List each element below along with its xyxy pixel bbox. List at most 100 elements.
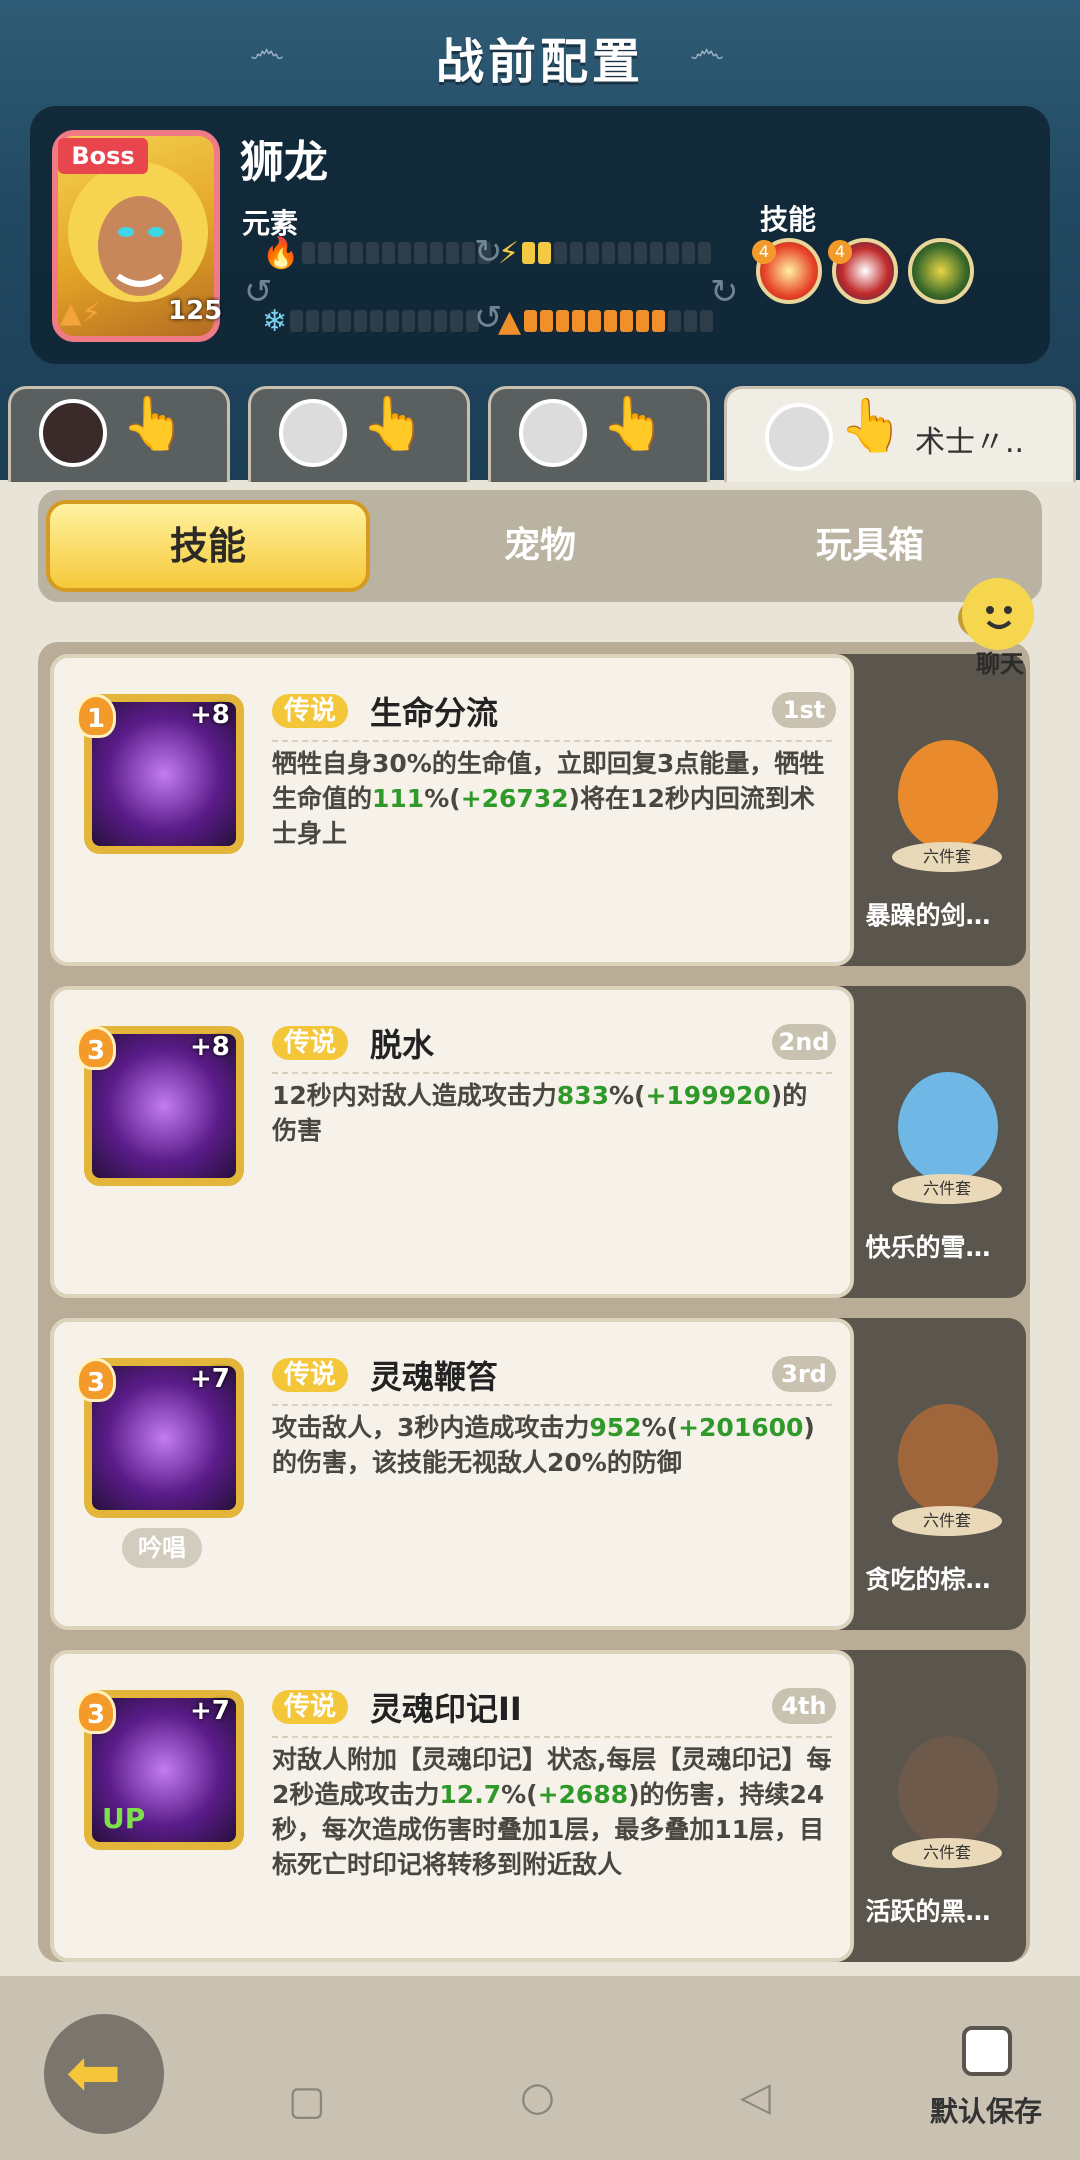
meter-segment — [634, 242, 648, 264]
meter-segment — [538, 242, 552, 264]
upgrade-tag: UP — [102, 1802, 146, 1835]
chant-tag: 吟唱 — [122, 1528, 202, 1568]
pet-figure-icon — [898, 1736, 998, 1846]
meter-segment — [450, 310, 464, 332]
cycle-arrow-icon: ↺ — [244, 272, 273, 312]
meter-segment — [668, 310, 682, 332]
skill-description: 12秒内对敌人造成攻击力833%(+199920)的伤害 — [272, 1081, 808, 1145]
chat-icon[interactable] — [962, 578, 1034, 650]
fire-icon: 🔥 — [262, 235, 300, 271]
hero-tab-1[interactable]: 👆 — [8, 386, 230, 482]
meter-segment — [570, 242, 584, 264]
meter-segment — [398, 242, 412, 264]
skill-description: 牺牲自身30%的生命值，立即回复3点能量，牺牲生命值的111%(+26732)将… — [272, 749, 825, 848]
meter-segment — [620, 310, 634, 332]
hero-tab-3[interactable]: 👆 — [488, 386, 710, 482]
meter-segment — [684, 310, 698, 332]
meter-segment — [652, 310, 666, 332]
meter-segment — [698, 242, 712, 264]
boss-level: 125 — [168, 296, 223, 326]
page-title: 战前配置 — [435, 34, 644, 90]
meter-segment — [602, 242, 616, 264]
pet-slot[interactable]: 六件套 暴躁的剑… — [830, 654, 1026, 966]
meter-segment — [354, 310, 368, 332]
pet-slot[interactable]: 六件套 快乐的雪… — [830, 986, 1026, 1298]
meter-segment — [306, 310, 320, 332]
nav-home-icon[interactable]: ○ — [520, 2074, 555, 2120]
meter-segment — [540, 310, 554, 332]
hero-avatar — [279, 399, 347, 467]
hero-avatar — [765, 403, 833, 471]
meter-segment — [700, 310, 714, 332]
skill-card[interactable]: 1 +8 传说 生命分流 1st 牺牲自身30%的生命值，立即回复3点能量，牺牲… — [50, 654, 854, 966]
divider — [272, 740, 832, 742]
tab-skill[interactable]: 技能 — [46, 500, 370, 592]
boss-skill-totem-icon[interactable] — [908, 238, 974, 304]
meter-segment — [618, 242, 632, 264]
meter-segment — [604, 310, 618, 332]
meter-segment — [572, 310, 586, 332]
skill-card[interactable]: 3 +8 传说 脱水 2nd 12秒内对敌人造成攻击力833%(+199920)… — [50, 986, 854, 1298]
tap-hand-icon: 👆 — [121, 394, 186, 454]
tap-hand-icon: 👆 — [839, 396, 904, 456]
pet-figure-icon — [898, 1404, 998, 1514]
nav-back-icon[interactable]: ◁ — [740, 2074, 771, 2120]
skill-level-badge: 4 — [828, 240, 852, 264]
meter-segment — [322, 310, 336, 332]
nav-recent-icon[interactable]: ▢ — [288, 2078, 326, 2124]
legend-tag: 传说 — [272, 1022, 349, 1060]
skill-rank: 3rd — [772, 1356, 836, 1392]
skill-level-badge: 4 — [752, 240, 776, 264]
meter-segment — [524, 310, 538, 332]
legend-tag: 传说 — [272, 1354, 349, 1392]
default-save-checkbox[interactable] — [962, 2026, 1012, 2076]
skill-rank: 4th — [772, 1688, 836, 1724]
rank-flame-icon: ▲⚡ — [60, 296, 102, 329]
pet-slot[interactable]: 六件套 活跃的黑… — [830, 1650, 1026, 1962]
meter-segment — [414, 242, 428, 264]
skill-rank: 2nd — [772, 1024, 836, 1060]
skill-card[interactable]: 3 +7 传说 灵魂鞭笞 3rd 攻击敌人，3秒内造成攻击力952%(+2016… — [50, 1318, 854, 1630]
pet-name: 暴躁的剑… — [865, 901, 991, 930]
pet-name: 活跃的黑… — [865, 1897, 991, 1926]
meter-segment — [682, 242, 696, 264]
boss-skill-label: 技能 — [760, 203, 817, 236]
meter-segment — [522, 242, 536, 264]
hero-tab-2[interactable]: 👆 — [248, 386, 470, 482]
meter-segment — [350, 242, 364, 264]
hero-tab-active[interactable]: 👆 术士〃.. — [724, 386, 1076, 482]
divider — [272, 1736, 832, 1738]
chat-label: 聊天 — [976, 650, 1024, 678]
element-meter: ▲ — [498, 304, 714, 339]
meter-segment — [334, 242, 348, 264]
skill-description: 对敌人附加【灵魂印记】状态,每层【灵魂印记】每2秒造成攻击力12.7%(+268… — [272, 1745, 832, 1879]
pet-figure-icon — [898, 740, 998, 850]
meter-segment — [366, 242, 380, 264]
skill-level-badge: 3 — [76, 1690, 116, 1734]
legend-tag: 传说 — [272, 1686, 349, 1724]
pet-set-label: 六件套 — [892, 1838, 1002, 1868]
meter-segment — [446, 242, 460, 264]
default-save-label: 默认保存 — [930, 2095, 1043, 2128]
meter-segment — [430, 242, 444, 264]
meter-segment — [586, 242, 600, 264]
hero-avatar — [39, 399, 107, 467]
divider — [272, 1404, 832, 1406]
skill-name: 脱水 — [370, 1026, 435, 1064]
tab-pet[interactable]: 宠物 — [380, 500, 700, 592]
meter-segment — [370, 310, 384, 332]
pet-set-label: 六件套 — [892, 1506, 1002, 1536]
cycle-arrow-icon: ↻ — [710, 272, 739, 312]
meter-segment — [402, 310, 416, 332]
meter-segment — [588, 310, 602, 332]
element-meter: 🔥 — [262, 235, 492, 271]
element-meter: ❄ — [262, 304, 480, 339]
meter-segment — [554, 242, 568, 264]
skill-card[interactable]: 3 +7 传说 灵魂印记II 4th 对敌人附加【灵魂印记】状态,每层【灵魂印记… — [50, 1650, 854, 1962]
pet-slot[interactable]: 六件套 贪吃的棕… — [830, 1318, 1026, 1630]
pet-name: 快乐的雪… — [865, 1233, 991, 1262]
skill-level-badge: 3 — [76, 1026, 116, 1070]
back-arrow-icon: ⬅ — [66, 2034, 122, 2111]
meter-segment — [382, 242, 396, 264]
tap-hand-icon: 👆 — [601, 394, 666, 454]
